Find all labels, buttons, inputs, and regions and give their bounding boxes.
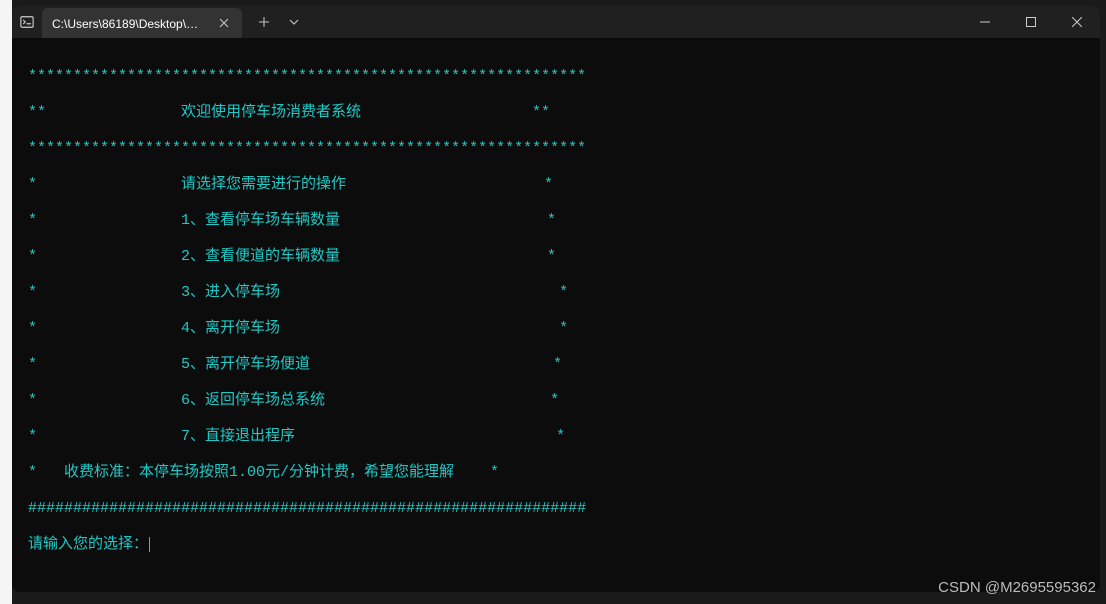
- terminal-line: * 7、直接退出程序 *: [28, 428, 1084, 446]
- terminal-line: * 5、离开停车场便道 *: [28, 356, 1084, 374]
- watermark: CSDN @M2695595362: [938, 579, 1096, 596]
- window-controls: [962, 6, 1100, 38]
- tab-close-button[interactable]: [216, 15, 232, 31]
- tab-actions: [242, 6, 316, 38]
- terminal-line: * 4、离开停车场 *: [28, 320, 1084, 338]
- tab-title: C:\Users\86189\Desktop\停车: [52, 15, 208, 32]
- terminal-line: * 1、查看停车场车辆数量 *: [28, 212, 1084, 230]
- new-tab-button[interactable]: [250, 8, 278, 36]
- maximize-button[interactable]: [1008, 6, 1054, 38]
- background-edge: [0, 0, 12, 604]
- terminal-output[interactable]: ****************************************…: [12, 38, 1100, 592]
- terminal-line: * 3、进入停车场 *: [28, 284, 1084, 302]
- titlebar-drag-area[interactable]: [316, 6, 962, 38]
- terminal-line: ****************************************…: [28, 68, 1084, 86]
- titlebar: C:\Users\86189\Desktop\停车: [12, 6, 1100, 38]
- terminal-prompt: 请输入您的选择：: [28, 536, 148, 553]
- cursor-icon: [149, 537, 150, 552]
- terminal-line: * 2、查看便道的车辆数量 *: [28, 248, 1084, 266]
- minimize-button[interactable]: [962, 6, 1008, 38]
- terminal-line: ** 欢迎使用停车场消费者系统 **: [28, 104, 1084, 122]
- terminal-app-icon: [12, 6, 42, 38]
- tab-dropdown-button[interactable]: [280, 8, 308, 36]
- terminal-line: * 6、返回停车场总系统 *: [28, 392, 1084, 410]
- terminal-line: ****************************************…: [28, 140, 1084, 158]
- close-button[interactable]: [1054, 6, 1100, 38]
- terminal-line: * 请选择您需要进行的操作 *: [28, 176, 1084, 194]
- tab-active[interactable]: C:\Users\86189\Desktop\停车: [42, 8, 242, 38]
- terminal-line: ########################################…: [28, 500, 1084, 518]
- terminal-prompt-line: 请输入您的选择：: [28, 536, 1084, 554]
- terminal-line: * 收费标准：本停车场按照1.00元/分钟计费，希望您能理解 *: [28, 464, 1084, 482]
- terminal-window: C:\Users\86189\Desktop\停车: [12, 6, 1100, 592]
